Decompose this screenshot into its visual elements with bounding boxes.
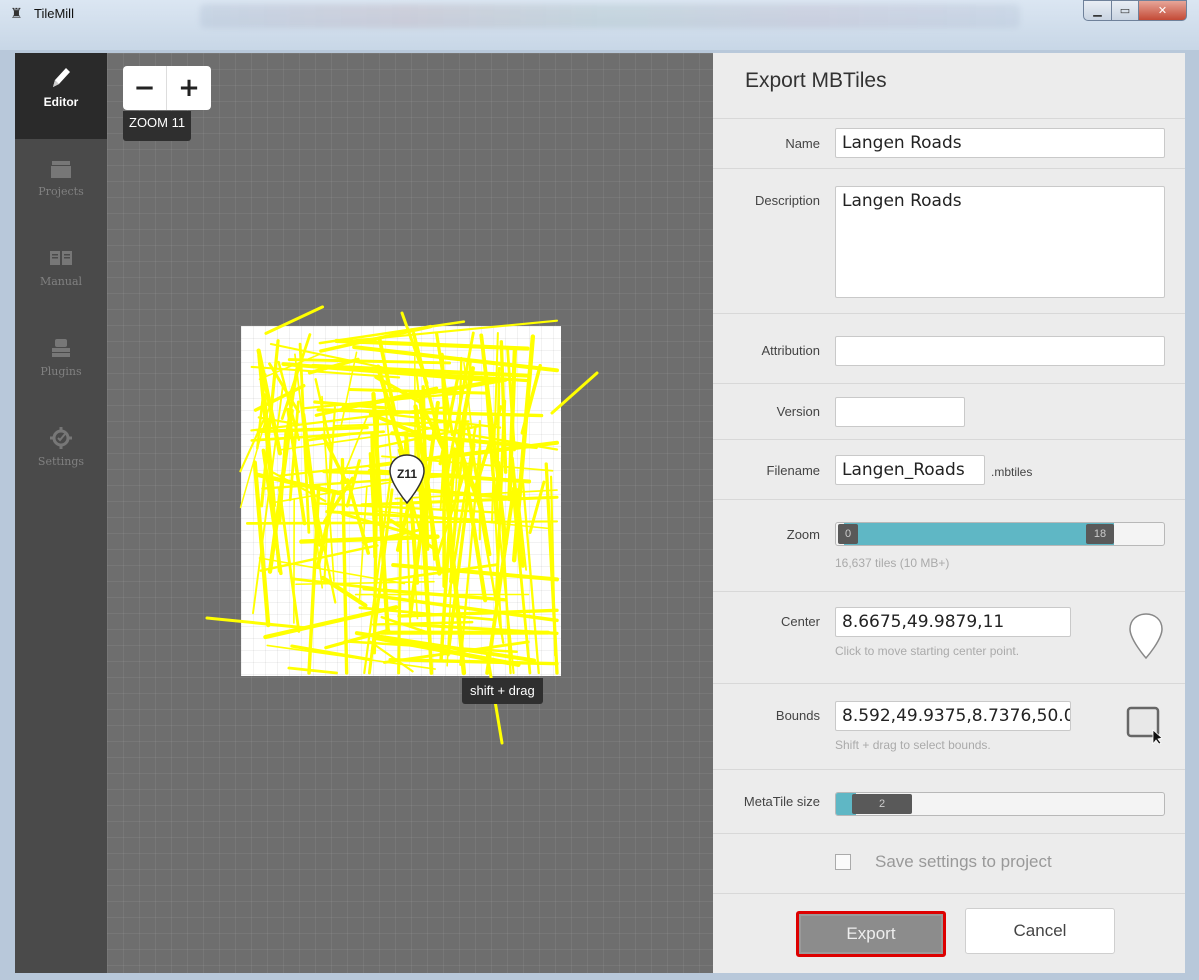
name-row: Name Langen Roads xyxy=(713,118,1185,168)
zoom-row: Zoom 0 18 16,637 tiles (10 MB+) xyxy=(713,499,1185,591)
nav-item-editor[interactable]: Editor xyxy=(15,53,107,139)
close-button[interactable]: ✕ xyxy=(1139,0,1187,21)
attribution-input[interactable] xyxy=(835,336,1165,366)
shift-drag-label: shift + drag xyxy=(462,678,543,704)
book-icon xyxy=(48,245,74,273)
version-label: Version xyxy=(776,404,820,419)
zoom-min-handle[interactable]: 0 xyxy=(838,524,858,544)
bounds-hint: Shift + drag to select bounds. xyxy=(835,738,991,752)
save-settings-row: Save settings to project xyxy=(713,833,1185,893)
gear-icon xyxy=(49,425,73,453)
nav-label: Settings xyxy=(37,455,85,468)
minimize-button[interactable]: ▁ xyxy=(1083,0,1111,21)
metatile-handle[interactable]: 2 xyxy=(852,794,912,814)
center-row: Center 8.6675,49.9879,11 Click to move s… xyxy=(713,591,1185,683)
maximize-button[interactable]: ▭ xyxy=(1111,0,1139,21)
name-input[interactable]: Langen Roads xyxy=(835,128,1165,158)
nav-item-plugins[interactable]: Plugins xyxy=(15,323,107,409)
filename-label: Filename xyxy=(766,463,820,478)
bounds-input[interactable]: 8.592,49.9375,8.7376,50.03 xyxy=(835,701,1071,731)
nav-item-settings[interactable]: Settings xyxy=(15,413,107,499)
zoom-control: − + xyxy=(123,66,211,110)
nav-label: Projects xyxy=(38,185,84,198)
close-icon: ✕ xyxy=(1157,4,1168,17)
bounds-select-icon[interactable] xyxy=(1125,704,1165,744)
export-panel: Export MBTiles Name Langen Roads Descrip… xyxy=(713,53,1185,973)
filename-row: Filename Langen_Roads .mbtiles xyxy=(713,439,1185,499)
version-input[interactable] xyxy=(835,397,965,427)
plugin-icon xyxy=(49,335,73,363)
filename-suffix: .mbtiles xyxy=(991,465,1033,479)
zoom-hint: 16,637 tiles (10 MB+) xyxy=(835,556,950,570)
cancel-button[interactable]: Cancel xyxy=(965,908,1115,954)
window-title: TileMill xyxy=(34,6,74,21)
center-label: Center xyxy=(780,614,820,629)
folder-icon xyxy=(49,155,73,183)
nav-item-manual[interactable]: Manual xyxy=(15,233,107,319)
titlebar-background xyxy=(200,4,1020,28)
version-row: Version xyxy=(713,383,1185,439)
minimize-icon: ▁ xyxy=(1093,4,1102,17)
nav-label: Editor xyxy=(43,95,79,109)
metatile-slider[interactable]: 2 xyxy=(835,792,1165,816)
export-button[interactable]: Export xyxy=(796,911,946,957)
nav-label: Plugins xyxy=(40,365,82,378)
description-input[interactable]: Langen Roads xyxy=(835,186,1165,298)
attribution-label: Attribution xyxy=(761,343,820,358)
zoom-in-button[interactable]: + xyxy=(167,66,211,110)
zoom-label: Zoom xyxy=(786,527,820,542)
filename-input[interactable]: Langen_Roads xyxy=(835,455,985,485)
map-pin-icon[interactable] xyxy=(1127,612,1165,660)
zoom-range-fill xyxy=(844,523,1114,545)
maximize-icon: ▭ xyxy=(1119,4,1131,17)
sidebar-nav: Editor Projects Manual Plugins Settings xyxy=(15,53,107,973)
description-label: Description xyxy=(754,193,820,208)
pencil-icon xyxy=(49,65,73,93)
window-titlebar: ♜ TileMill ▁ ▭ ✕ xyxy=(0,0,1199,52)
center-input[interactable]: 8.6675,49.9879,11 xyxy=(835,607,1071,637)
save-settings-label[interactable]: Save settings to project xyxy=(875,852,1052,872)
tilemill-icon: ♜ xyxy=(10,6,23,22)
zoom-max-handle[interactable]: 18 xyxy=(1086,524,1114,544)
save-settings-checkbox[interactable] xyxy=(835,854,851,870)
description-row: Description Langen Roads xyxy=(713,168,1185,313)
map-marker-icon[interactable]: Z11 xyxy=(387,453,427,505)
center-hint: Click to move starting center point. xyxy=(835,644,1020,658)
metatile-label: MetaTile size xyxy=(743,794,820,809)
name-label: Name xyxy=(785,136,820,151)
metatile-row: MetaTile size 2 xyxy=(713,769,1185,833)
nav-item-projects[interactable]: Projects xyxy=(15,143,107,229)
panel-title: Export MBTiles xyxy=(745,69,887,92)
nav-label: Manual xyxy=(39,275,83,288)
attribution-row: Attribution xyxy=(713,313,1185,383)
zoom-out-button[interactable]: − xyxy=(123,66,167,110)
window-controls: ▁ ▭ ✕ xyxy=(1083,0,1187,21)
zoom-range-slider[interactable]: 0 18 xyxy=(835,522,1165,546)
bounds-label: Bounds xyxy=(775,708,820,723)
map-canvas[interactable]: − + ZOOM 11 Z11 shift + drag xyxy=(107,53,713,973)
bounds-row: Bounds 8.592,49.9375,8.7376,50.03 Shift … xyxy=(713,683,1185,769)
marker-label: Z11 xyxy=(397,467,417,481)
zoom-level-label: ZOOM 11 xyxy=(123,111,192,141)
